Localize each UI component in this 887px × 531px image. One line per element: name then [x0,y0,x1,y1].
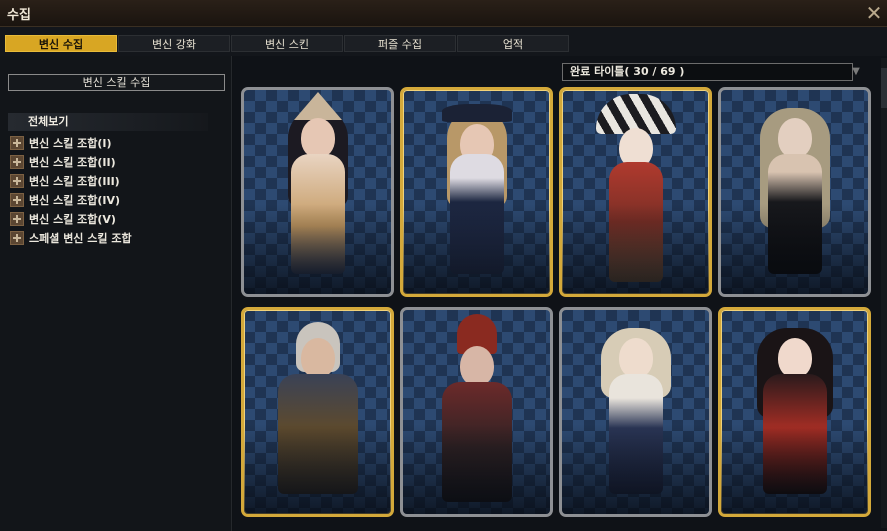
card-shade [244,204,391,294]
card-face [618,338,653,378]
jester-card[interactable] [559,87,712,297]
card-shade [244,424,391,514]
card-shade [562,204,709,294]
musketeer-girl-card[interactable] [400,87,553,297]
card-face [777,338,812,378]
combination-item-label: 변신 스킬 조합(III) [29,174,120,188]
card-shade [721,424,868,514]
combination-list: 변신 스킬 조합(I) 변신 스킬 조합(II) 변신 스킬 조합(III) 변… [10,133,132,247]
combination-item[interactable]: 변신 스킬 조합(I) [10,133,132,152]
view-all-item[interactable]: 전체보기 [8,113,208,131]
expand-plus-icon[interactable] [10,211,24,226]
red-plume-knight-card[interactable] [400,307,553,517]
expand-plus-icon[interactable] [10,192,24,207]
triangle-down-icon[interactable]: ▼ [850,66,862,78]
tab-transform-enhance[interactable]: 변신 강화 [118,35,230,52]
card-face [459,346,494,386]
combination-item[interactable]: 변신 스킬 조합(IV) [10,190,132,209]
tab-transform-collection[interactable]: 변신 수집 [5,35,117,52]
skill-collection-button[interactable]: 변신 스킬 수집 [8,74,225,91]
card-face [300,338,335,378]
dark-sorceress-card[interactable] [718,87,871,297]
card-shade [562,424,709,514]
card-shade [403,204,550,294]
combination-item[interactable]: 변신 스킬 조합(III) [10,171,132,190]
title-bar: 수집 ✕ [0,0,887,27]
combination-item-label: 변신 스킬 조합(II) [29,155,116,169]
window-title: 수집 [7,8,31,23]
winged-girl-card[interactable] [559,307,712,517]
old-warrior-card[interactable] [241,307,394,517]
close-icon[interactable]: ✕ [863,0,885,26]
musketeer-hat [441,104,512,122]
card-face [300,118,335,158]
fox-ear-girl-card[interactable] [241,87,394,297]
combination-item[interactable]: 변신 스킬 조합(II) [10,152,132,171]
combination-item-label: 변신 스킬 조합(I) [29,136,112,150]
combination-item-label: 변신 스킬 조합(V) [29,212,116,226]
combination-item-label: 스페셜 변신 스킬 조합 [29,231,132,245]
card-face [777,118,812,158]
sidebar: 변신 스킬 수집 전체보기 변신 스킬 조합(I) 변신 스킬 조합(II) 변… [0,56,232,531]
card-grid-panel: 완료 타이틀( 30 / 69 ) ▼ [233,56,887,531]
card-shade [721,204,868,294]
title-filter-select[interactable]: 완료 타이틀( 30 / 69 ) [562,63,853,81]
scrollbar[interactable] [881,58,887,528]
scrollbar-thumb[interactable] [881,68,887,108]
expand-plus-icon[interactable] [10,135,24,150]
tab-transform-skin[interactable]: 변신 스킨 [231,35,343,52]
card-shade [403,424,550,514]
expand-plus-icon[interactable] [10,173,24,188]
tab-achievements[interactable]: 업적 [457,35,569,52]
tab-puzzle-collection[interactable]: 퍼즐 수집 [344,35,456,52]
fox-ears [293,92,342,120]
red-twin-tail-girl-card[interactable] [718,307,871,517]
combination-item[interactable]: 스페셜 변신 스킬 조합 [10,228,132,247]
combination-item-label: 변신 스킬 조합(IV) [29,193,121,207]
expand-plus-icon[interactable] [10,154,24,169]
tab-bar: 변신 수집 변신 강화 변신 스킨 퍼즐 수집 업적 [0,27,887,56]
combination-item[interactable]: 변신 스킬 조합(V) [10,209,132,228]
expand-plus-icon[interactable] [10,230,24,245]
